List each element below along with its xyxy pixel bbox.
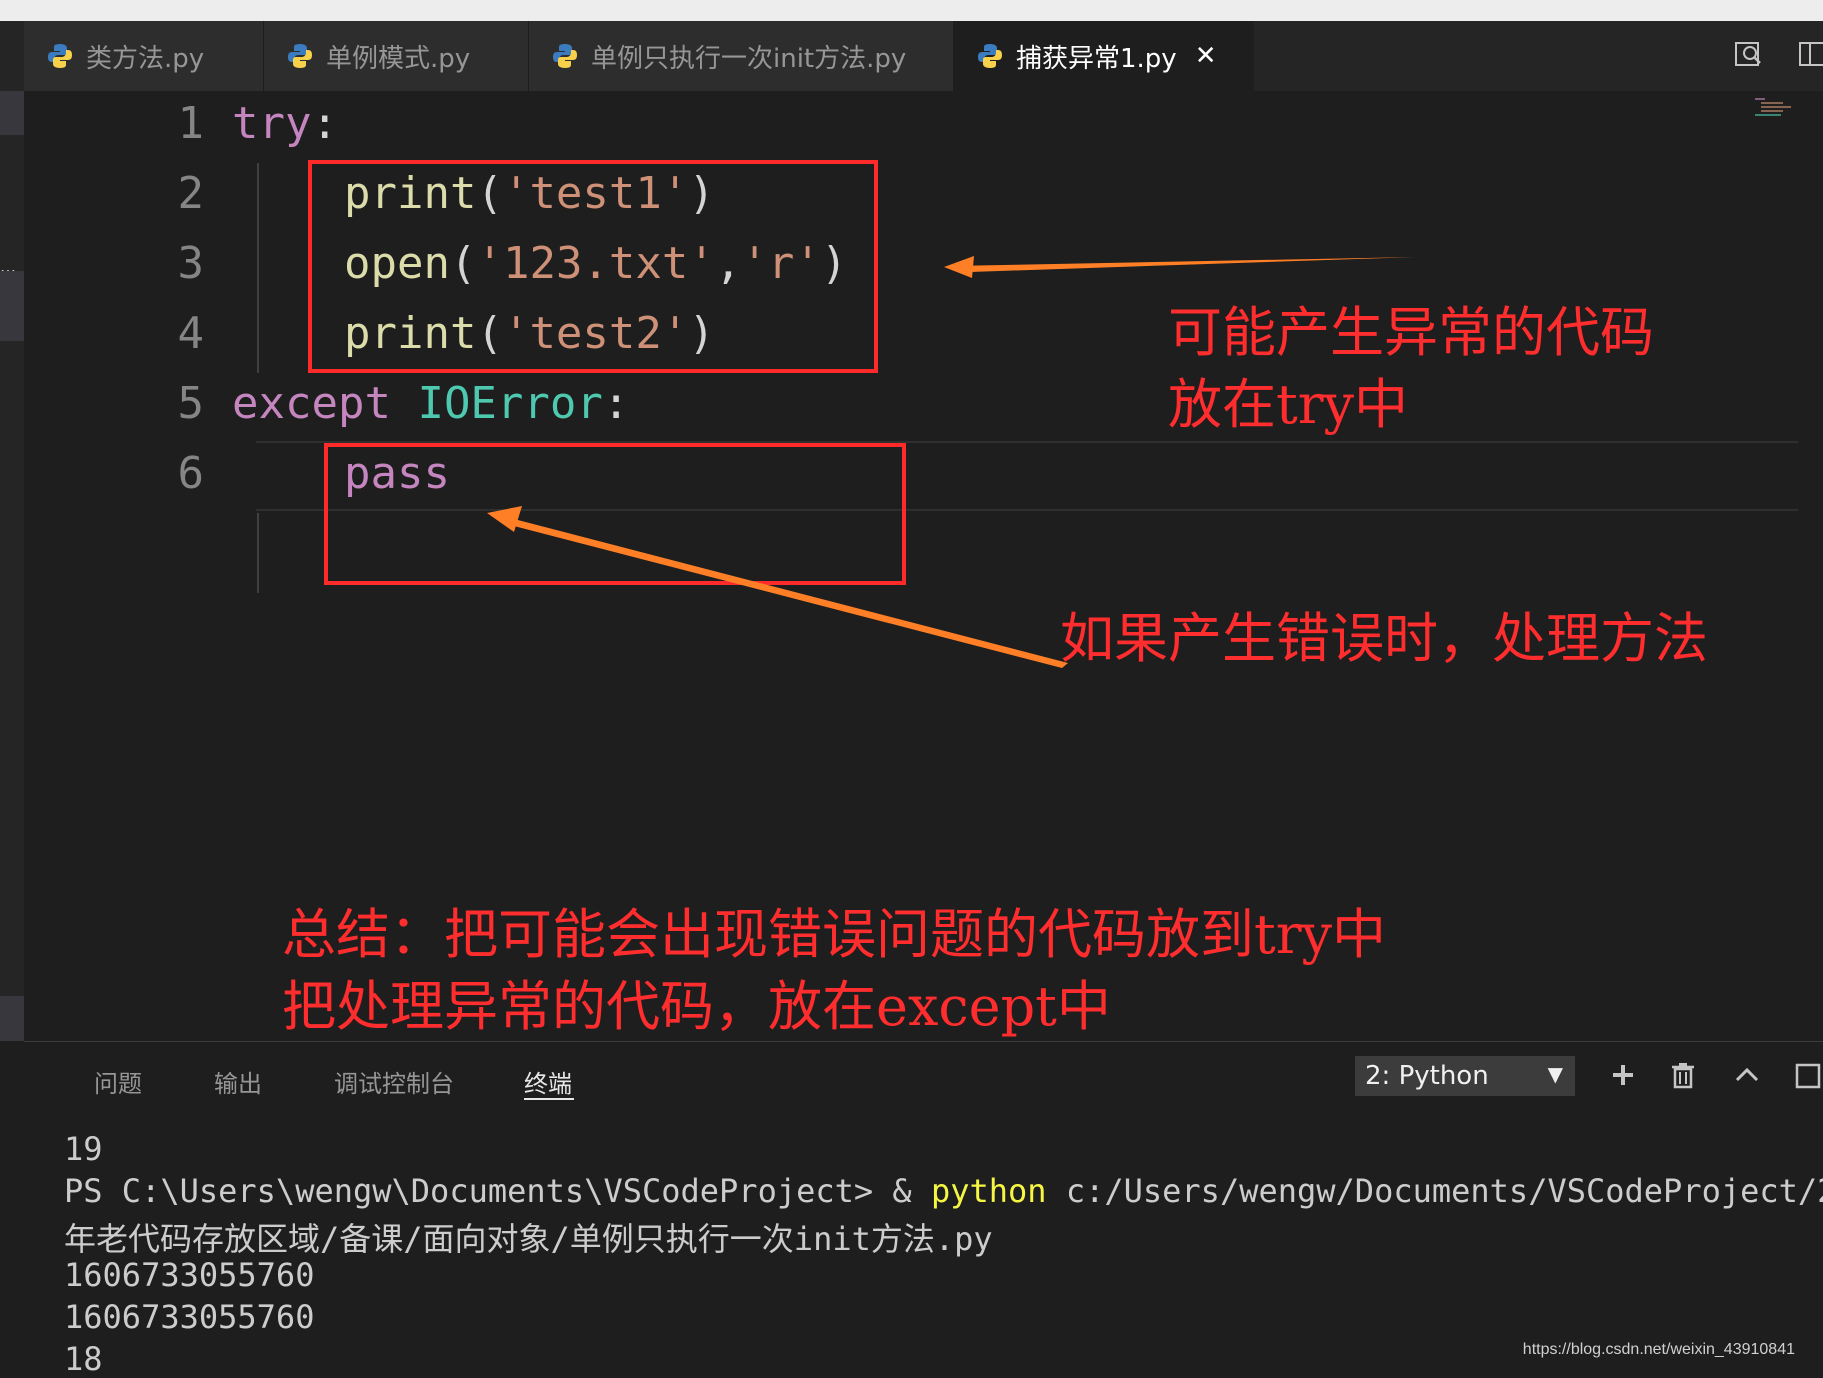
watermark: https://blog.csdn.net/weixin_43910841 — [1522, 1341, 1795, 1358]
keyword-except: except — [232, 378, 391, 429]
tab-output[interactable]: 输出 — [214, 1064, 262, 1099]
tab-label: 单例模式.py — [326, 43, 471, 74]
terminal-prompt: PS C:\Users\wengw\Documents\VSCodeProjec… — [64, 1172, 931, 1210]
try-block-highlight-box — [308, 160, 878, 373]
search-preview-icon[interactable] — [1732, 37, 1766, 71]
indent-guide — [257, 513, 259, 593]
maximize-panel-icon[interactable] — [1792, 1060, 1822, 1090]
annotation-try-note: 放在try中 — [1168, 373, 1409, 436]
python-icon — [48, 44, 72, 68]
split-editor-icon[interactable] — [1796, 37, 1823, 71]
add-icon[interactable] — [1608, 1060, 1638, 1090]
tab-singleton[interactable]: 单例模式.py — [264, 21, 529, 91]
editor-tab-bar: 类方法.py 单例模式.py 单例只执行一次init方法.py 捕获异常1.py… — [24, 21, 1823, 91]
activity-bar-indicator[interactable] — [0, 271, 24, 341]
terminal-python-command: python — [930, 1172, 1047, 1210]
tab-class-method[interactable]: 类方法.py — [24, 21, 264, 91]
terminal-output-line: 1606733055760 — [64, 1256, 315, 1294]
tab-debug-console[interactable]: 调试控制台 — [334, 1064, 454, 1099]
python-icon — [978, 44, 1002, 68]
line-number: 2 — [177, 168, 205, 219]
close-icon[interactable]: ✕ — [1195, 41, 1217, 71]
activity-bar-indicator[interactable] — [0, 91, 24, 135]
keyword-try: try — [232, 98, 312, 149]
colon: : — [311, 98, 338, 149]
terminal-select[interactable]: 2: Python ▼ — [1355, 1056, 1575, 1096]
tab-label: 捕获异常1.py — [1016, 43, 1177, 74]
tab-problems[interactable]: 问题 — [94, 1064, 142, 1099]
chevron-down-icon: ▼ — [1547, 1062, 1563, 1086]
annotation-summary: 总结：把可能会出现错误问题的代码放到try中 — [282, 903, 1387, 966]
annotation-try-note: 可能产生异常的代码 — [1168, 301, 1654, 364]
tab-terminal[interactable]: 终端 — [524, 1064, 572, 1099]
python-icon — [288, 44, 312, 68]
terminal-output-line: 年老代码存放区域/备课/面向对象/单例只执行一次init方法.py — [64, 1220, 993, 1258]
terminal-command-line: PS C:\Users\wengw\Documents\VSCodeProjec… — [64, 1172, 1823, 1210]
line-number: 1 — [177, 98, 205, 149]
python-icon — [553, 44, 577, 68]
activity-bar: … — [0, 21, 24, 1041]
tab-catch-exception[interactable]: 捕获异常1.py ✕ — [954, 21, 1254, 91]
line-number: 3 — [177, 238, 205, 289]
tab-singleton-init[interactable]: 单例只执行一次init方法.py — [529, 21, 954, 91]
terminal-output-line: 19 — [64, 1130, 103, 1168]
code-editor[interactable]: 1 2 3 4 5 6 try: print('test1') open('12… — [24, 91, 1823, 1041]
terminal-output-line: 18 — [64, 1340, 103, 1378]
class-ioerror: IOError — [417, 378, 603, 429]
active-tab-underline — [524, 1098, 574, 1100]
colon: : — [602, 378, 630, 429]
except-block-highlight-box — [324, 443, 906, 585]
chevron-up-icon[interactable] — [1732, 1060, 1762, 1090]
tab-label: 单例只执行一次init方法.py — [591, 43, 907, 74]
bottom-panel: 问题 输出 调试控制台 终端 2: Python ▼ 19 PS C:\User… — [24, 1041, 1823, 1378]
activity-bar-indicator[interactable] — [0, 996, 24, 1041]
minimap[interactable] — [1753, 96, 1803, 116]
terminal-select-value: 2: Python — [1365, 1061, 1489, 1091]
terminal-path: c:/Users/wengw/Documents/VSCodeProject/2… — [1046, 1172, 1823, 1210]
indent-guide — [257, 163, 259, 373]
code-line-5: except IOError: — [232, 378, 629, 429]
line-number: 4 — [177, 308, 205, 359]
annotation-summary: 把处理异常的代码，放在except中 — [282, 975, 1111, 1038]
code-line-1: try: — [232, 98, 338, 149]
terminal-output-line: 1606733055760 — [64, 1298, 315, 1336]
tab-label: 类方法.py — [86, 43, 205, 74]
annotation-except-note: 如果产生错误时，处理方法 — [1060, 607, 1708, 670]
trash-icon[interactable] — [1668, 1060, 1698, 1090]
line-number: 6 — [177, 448, 205, 499]
line-number: 5 — [177, 378, 205, 429]
window-top-strip — [0, 0, 1823, 21]
